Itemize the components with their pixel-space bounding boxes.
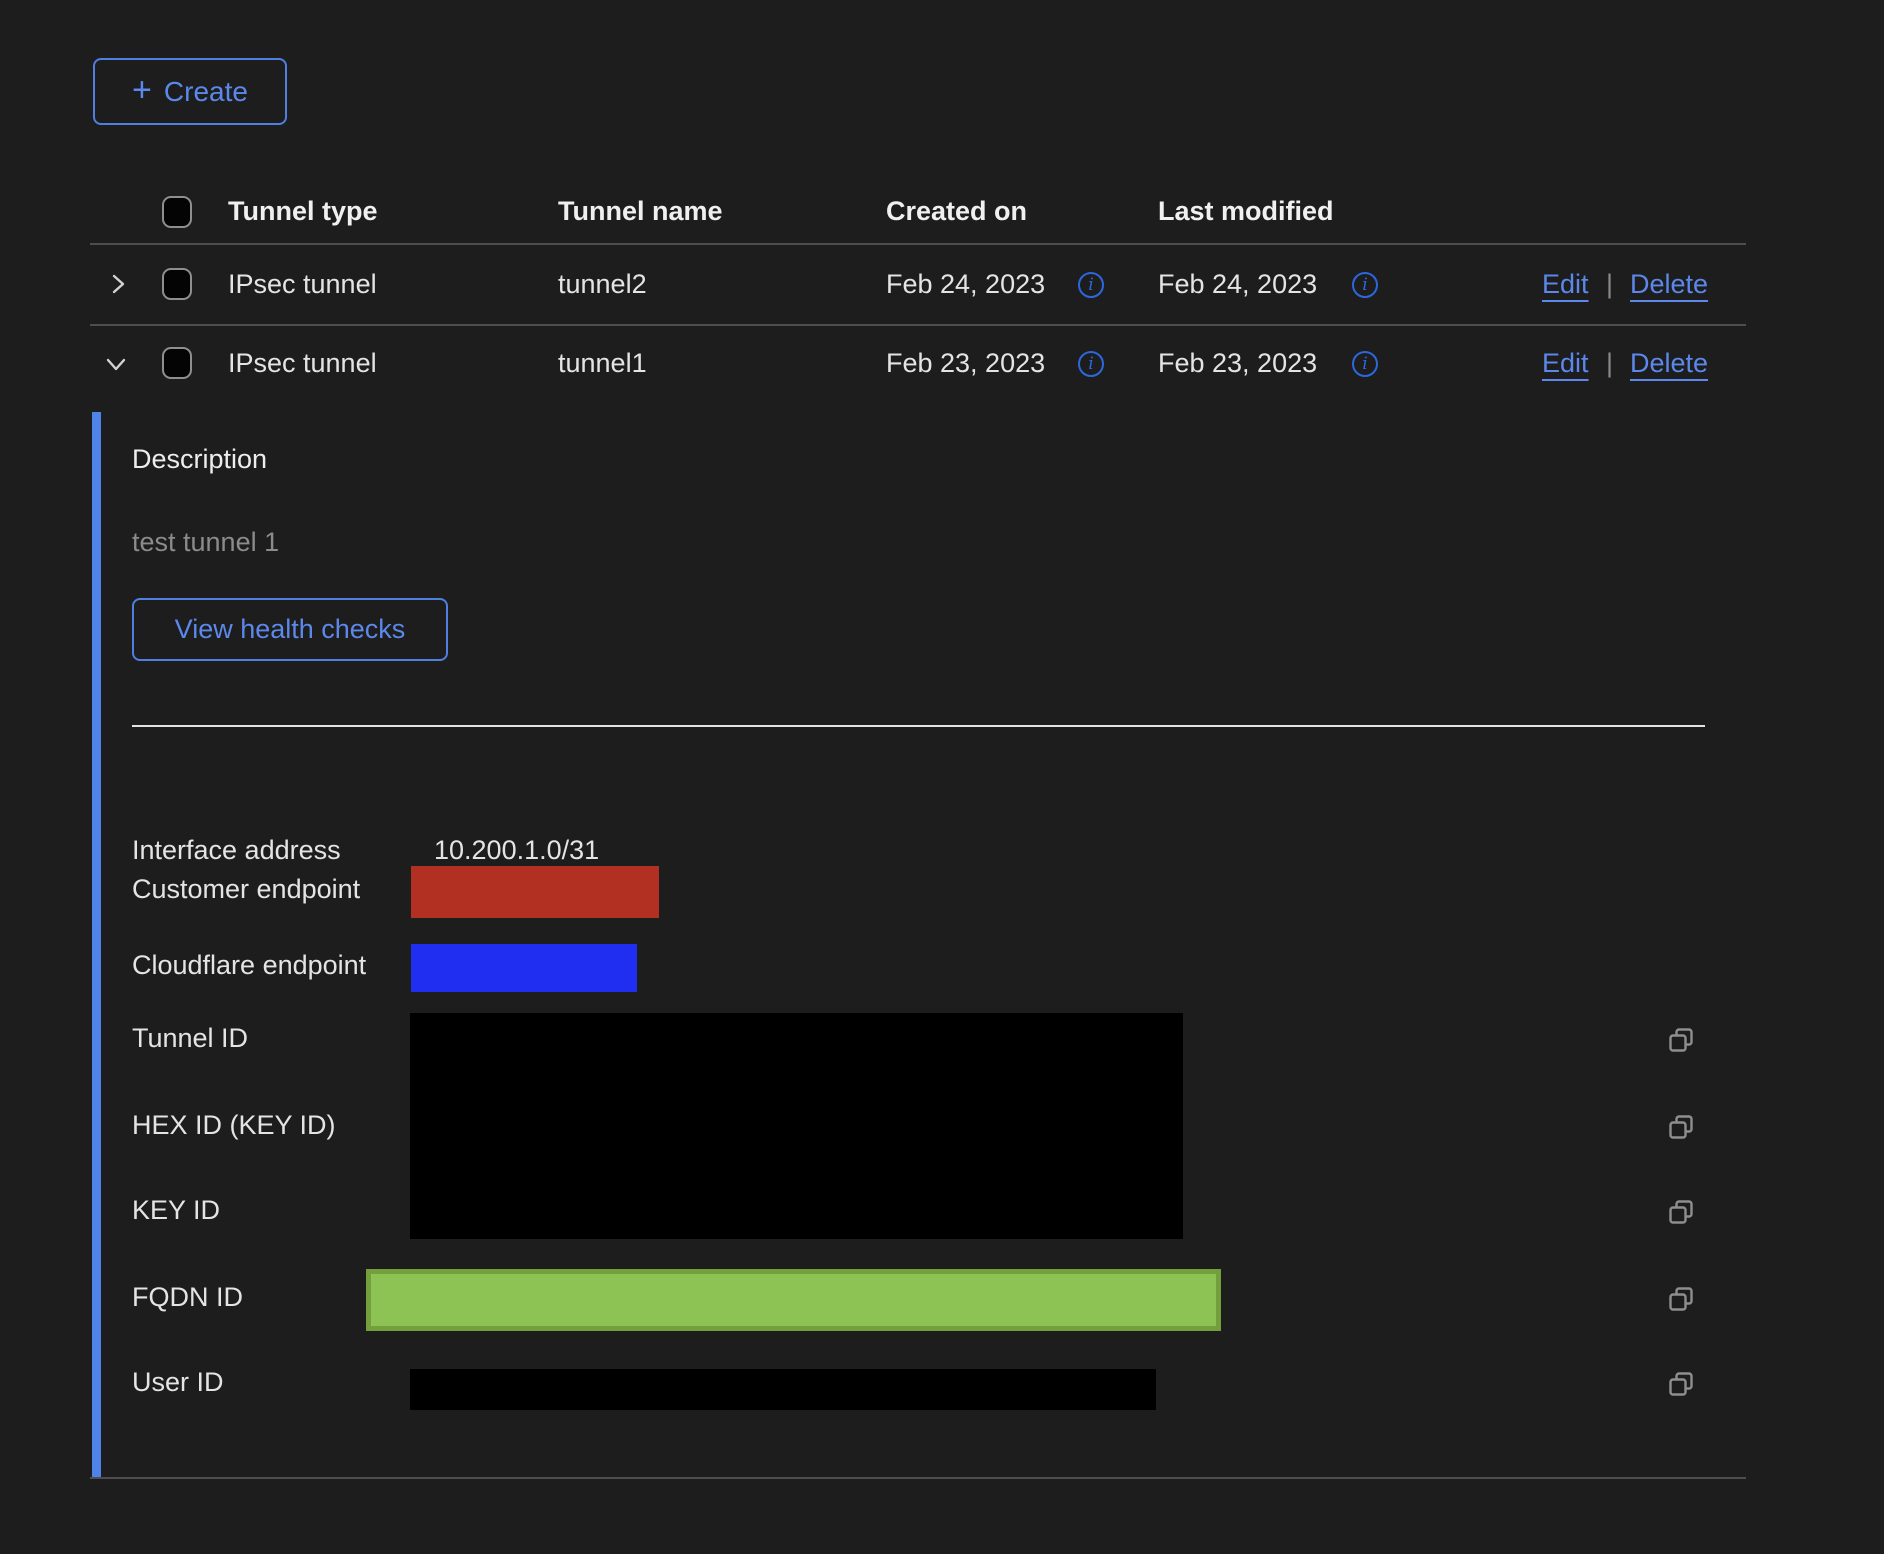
chevron-right-icon[interactable]: [104, 270, 132, 298]
copy-user-id-icon[interactable]: [1666, 1369, 1696, 1399]
customer-endpoint-redacted-value: [411, 866, 659, 918]
select-all-checkbox[interactable]: [162, 196, 192, 228]
ipsec-tunnels-page: + Create Tunnel type Tunnel name Created…: [0, 0, 1884, 1554]
column-header-tunnel-name: Tunnel name: [558, 196, 723, 227]
description-value: test tunnel 1: [132, 527, 279, 558]
created-on-cell: Feb 24, 2023: [886, 269, 1045, 300]
column-header-last-modified: Last modified: [1158, 196, 1334, 227]
row-checkbox-tunnel2[interactable]: [162, 268, 192, 300]
tunnel-type-cell: IPsec tunnel: [228, 348, 377, 379]
header-divider: [90, 243, 1746, 245]
interface-address-value: 10.200.1.0/31: [434, 835, 599, 866]
tunnel-name-cell: tunnel2: [558, 269, 647, 300]
last-modified-info-icon[interactable]: i: [1352, 351, 1378, 377]
create-button-label: Create: [164, 76, 248, 108]
copy-hex-id-icon[interactable]: [1666, 1112, 1696, 1142]
fqdn-id-label: FQDN ID: [132, 1282, 243, 1313]
copy-key-id-icon[interactable]: [1666, 1197, 1696, 1227]
tunnel-type-cell: IPsec tunnel: [228, 269, 377, 300]
column-header-tunnel-type: Tunnel type: [228, 196, 378, 227]
row-checkbox-tunnel1[interactable]: [162, 347, 192, 379]
action-separator: |: [1606, 348, 1613, 379]
tunnel-id-label: Tunnel ID: [132, 1023, 248, 1054]
last-modified-info-icon[interactable]: i: [1352, 272, 1378, 298]
tunnel-name-cell: tunnel1: [558, 348, 647, 379]
plus-icon: +: [132, 73, 152, 107]
column-header-created-on: Created on: [886, 196, 1027, 227]
copy-tunnel-id-icon[interactable]: [1666, 1025, 1696, 1055]
chevron-down-icon[interactable]: [102, 350, 130, 378]
delete-link-tunnel2[interactable]: Delete: [1630, 269, 1708, 300]
last-modified-cell: Feb 24, 2023: [1158, 269, 1317, 300]
customer-endpoint-label: Customer endpoint: [132, 874, 360, 905]
edit-link-tunnel1[interactable]: Edit: [1542, 348, 1589, 379]
fqdn-id-redacted-value: [366, 1269, 1221, 1331]
ids-redacted-value-block: [410, 1013, 1183, 1239]
cloudflare-endpoint-label: Cloudflare endpoint: [132, 950, 366, 981]
expanded-row-accent-bar: [92, 412, 101, 1477]
interface-address-label: Interface address: [132, 835, 341, 866]
created-on-info-icon[interactable]: i: [1078, 351, 1104, 377]
edit-link-tunnel2[interactable]: Edit: [1542, 269, 1589, 300]
user-id-label: User ID: [132, 1367, 224, 1398]
create-button[interactable]: + Create: [93, 58, 287, 125]
action-separator: |: [1606, 269, 1613, 300]
hex-id-label: HEX ID (KEY ID): [132, 1110, 336, 1141]
row-divider: [90, 324, 1746, 326]
copy-fqdn-id-icon[interactable]: [1666, 1284, 1696, 1314]
description-label: Description: [132, 444, 267, 475]
last-modified-cell: Feb 23, 2023: [1158, 348, 1317, 379]
user-id-redacted-value: [410, 1369, 1156, 1410]
created-on-info-icon[interactable]: i: [1078, 272, 1104, 298]
cloudflare-endpoint-redacted-value: [411, 944, 637, 992]
key-id-label: KEY ID: [132, 1195, 220, 1226]
view-health-checks-button[interactable]: View health checks: [132, 598, 448, 661]
delete-link-tunnel1[interactable]: Delete: [1630, 348, 1708, 379]
panel-divider: [132, 725, 1705, 727]
created-on-cell: Feb 23, 2023: [886, 348, 1045, 379]
table-bottom-divider: [90, 1477, 1746, 1479]
